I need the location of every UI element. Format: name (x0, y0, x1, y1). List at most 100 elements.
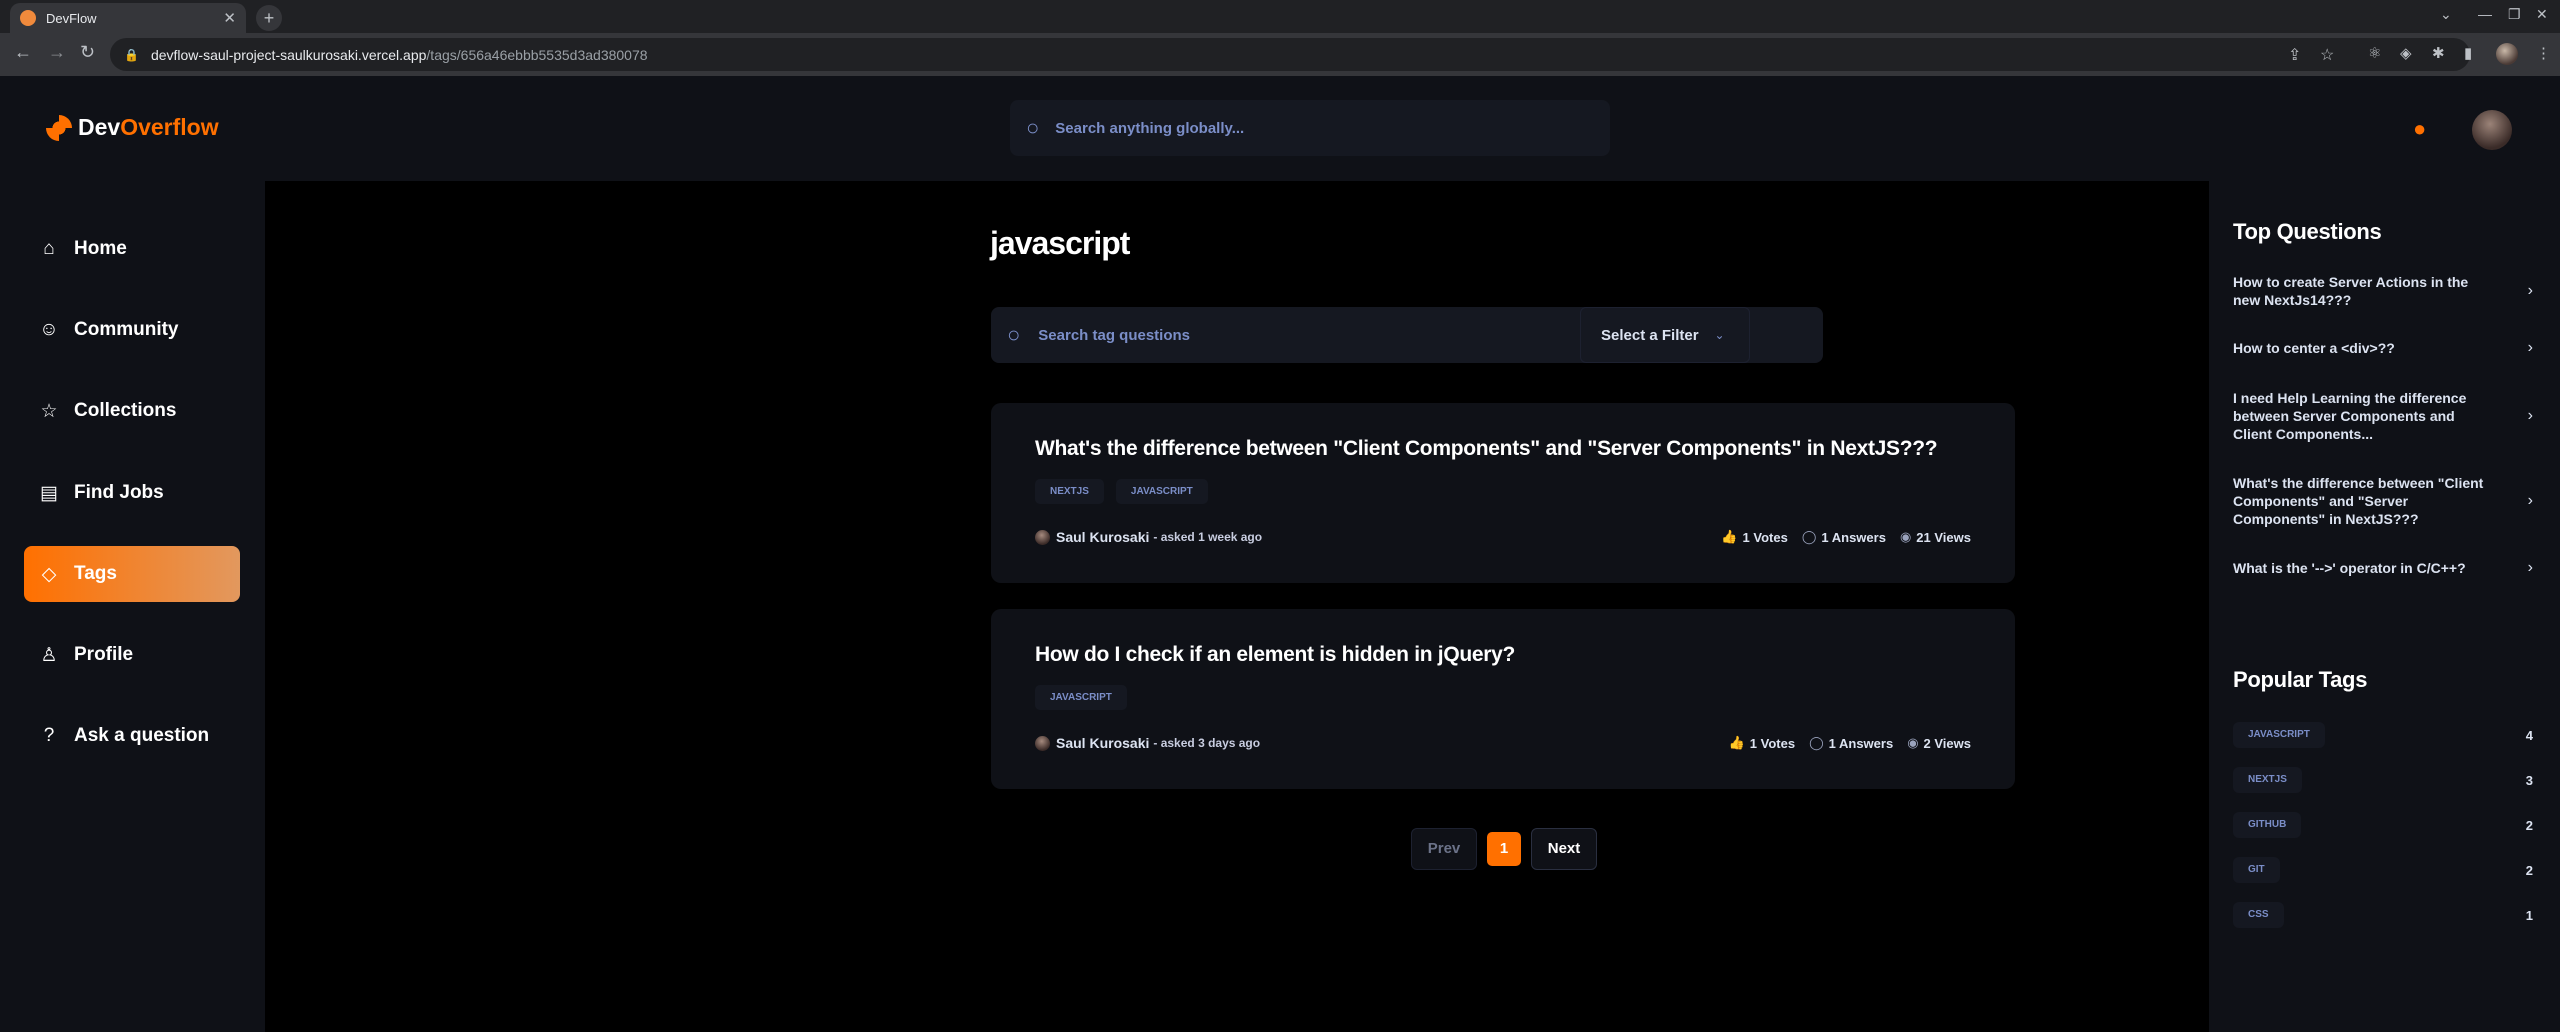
star-icon: ☆ (40, 400, 58, 422)
message-icon: ◯ (1801, 529, 1817, 544)
sidebar-item-find-jobs[interactable]: ▤ Find Jobs (24, 465, 240, 521)
question-tags: NEXTJS JAVASCRIPT (1035, 479, 1208, 504)
votes-count: 1 Votes (1749, 735, 1796, 751)
logo[interactable]: Dev Overflow (46, 114, 219, 141)
popular-tag-count: 3 (2525, 772, 2533, 788)
popular-tag-item[interactable]: GIT 2 (2233, 857, 2533, 883)
question-author[interactable]: Saul Kurosaki - asked 1 week ago (1035, 529, 1262, 545)
question-tags: JAVASCRIPT (1035, 685, 1127, 710)
popular-tag-count: 1 (2525, 907, 2533, 923)
extension-react-icon[interactable]: ⚛ (2368, 44, 2381, 62)
sidebar-item-tags[interactable]: ◇ Tags (24, 546, 240, 602)
popular-tag-name: GITHUB (2233, 812, 2302, 838)
popular-tag-count: 2 (2525, 817, 2533, 833)
top-question-text: How to center a <div>?? (2233, 340, 2395, 356)
share-icon[interactable]: ⇪ (2288, 45, 2301, 65)
filter-select[interactable]: Select a Filter ⌄ (1580, 307, 1750, 363)
browser-toolbar: ← → ↻ 🔒 devflow-saul-project-saulkurosak… (0, 33, 2560, 76)
popular-tags-heading: Popular Tags (2233, 667, 2368, 692)
url-host: devflow-saul-project-saulkurosaki.vercel… (150, 46, 427, 63)
question-tag[interactable]: JAVASCRIPT (1035, 685, 1127, 710)
chevron-right-icon: › (2527, 559, 2533, 576)
question-card[interactable]: What's the difference between "Client Co… (991, 403, 2015, 583)
pagination: Prev 1 Next (1411, 828, 1597, 870)
eye-icon: ◉ (1899, 529, 1912, 544)
back-icon[interactable]: ← (14, 42, 32, 63)
question-tag[interactable]: NEXTJS (1035, 479, 1104, 504)
top-question-item[interactable]: How to center a <div>?? › (2233, 339, 2533, 357)
new-tab-icon[interactable]: + (256, 5, 282, 31)
home-icon: ⌂ (43, 238, 55, 259)
popular-tag-name: NEXTJS (2233, 767, 2302, 793)
tag-icon: ◇ (41, 563, 57, 585)
browser-menu-icon[interactable]: ⋮ (2536, 44, 2551, 62)
popular-tag-count: 2 (2525, 862, 2533, 878)
sidebar-item-ask-question[interactable]: ? Ask a question (24, 708, 240, 764)
lock-icon: 🔒 (124, 47, 139, 62)
extension-fox-icon[interactable]: ◈ (2400, 44, 2412, 62)
top-questions-heading: Top Questions (2233, 219, 2382, 244)
browser-tab[interactable]: DevFlow ✕ (10, 3, 246, 33)
top-question-text: I need Help Learning the difference betw… (2233, 390, 2467, 442)
message-icon: ◯ (1809, 735, 1824, 750)
sidebar-item-home[interactable]: ⌂ Home (24, 221, 240, 277)
filter-label: Select a Filter (1601, 326, 1699, 344)
main-content: javascript ○ Search tag questions Select… (265, 181, 2209, 1032)
sidebar-item-community[interactable]: ☺ Community (24, 302, 240, 358)
side-panel-icon[interactable]: ▮ (2464, 44, 2472, 62)
logo-text-dev: Dev (78, 114, 121, 140)
user-avatar[interactable] (2472, 110, 2512, 150)
address-bar[interactable]: 🔒 devflow-saul-project-saulkurosaki.verc… (110, 38, 2470, 71)
minimize-icon[interactable]: — (2478, 6, 2492, 22)
popular-tag-name: JAVASCRIPT (2233, 722, 2325, 748)
chevron-right-icon: › (2527, 282, 2533, 299)
question-card[interactable]: How do I check if an element is hidden i… (991, 609, 2015, 789)
bookmark-star-icon[interactable]: ☆ (2320, 45, 2334, 65)
browser-profile-avatar[interactable] (2496, 43, 2518, 65)
question-title[interactable]: What's the difference between "Client Co… (1035, 437, 1938, 461)
tab-search-icon[interactable]: ⌄ (2440, 6, 2452, 23)
question-icon: ? (43, 725, 55, 746)
forward-icon[interactable]: → (48, 42, 66, 63)
user-icon: ♙ (40, 644, 58, 666)
browser-tabstrip: DevFlow ✕ + ⌄ — ❐ ✕ (0, 0, 2560, 33)
views-count: 21 Views (1916, 529, 1971, 545)
question-tag[interactable]: JAVASCRIPT (1115, 479, 1208, 504)
popular-tag-item[interactable]: GITHUB 2 (2233, 812, 2533, 838)
top-question-item[interactable]: What is the '-->' operator in C/C++? › (2233, 559, 2533, 577)
sidebar-item-label: Home (74, 238, 127, 259)
popular-tag-item[interactable]: CSS 1 (2233, 902, 2533, 928)
briefcase-icon: ▤ (40, 482, 58, 504)
sidebar-item-label: Tags (74, 563, 117, 584)
current-page-number: 1 (1487, 832, 1521, 866)
sidebar-item-profile[interactable]: ♙ Profile (24, 627, 240, 683)
author-avatar (1035, 529, 1050, 545)
window-close-icon[interactable]: ✕ (2536, 6, 2548, 23)
close-icon[interactable]: ✕ (223, 9, 236, 27)
views-count: 2 Views (1923, 735, 1971, 751)
top-question-item[interactable]: How to create Server Actions in the new … (2233, 273, 2533, 309)
top-question-item[interactable]: I need Help Learning the difference betw… (2233, 389, 2533, 443)
extensions-puzzle-icon[interactable]: ✱ (2432, 44, 2445, 62)
answers-count: 1 Answers (1828, 735, 1894, 751)
top-question-item[interactable]: What's the difference between "Client Co… (2233, 474, 2533, 528)
search-icon: ○ (1007, 322, 1021, 347)
right-sidebar: Top Questions How to create Server Actio… (2209, 181, 2560, 1032)
sidebar-item-collections[interactable]: ☆ Collections (24, 383, 240, 439)
chevron-down-icon: ⌄ (1714, 328, 1725, 342)
prev-page-button[interactable]: Prev (1411, 828, 1477, 870)
top-question-text: How to create Server Actions in the new … (2233, 274, 2469, 308)
reload-icon[interactable]: ↻ (80, 42, 95, 63)
question-stats: 👍 1 Votes ◯ 1 Answers ◉ 21 Views (1721, 529, 1971, 545)
popular-tag-item[interactable]: NEXTJS 3 (2233, 767, 2533, 793)
restore-icon[interactable]: ❐ (2508, 6, 2521, 23)
top-question-text: What's the difference between "Client Co… (2233, 475, 2484, 527)
next-page-button[interactable]: Next (1531, 828, 1597, 870)
theme-moon-icon[interactable]: ● (2413, 116, 2426, 142)
global-search-input[interactable]: ○ Search anything globally... (1010, 100, 1610, 156)
question-stats: 👍 1 Votes ◯ 1 Answers ◉ 2 Views (1729, 735, 1971, 751)
question-title[interactable]: How do I check if an element is hidden i… (1035, 643, 1515, 667)
question-author[interactable]: Saul Kurosaki - asked 3 days ago (1035, 735, 1260, 751)
popular-tag-item[interactable]: JAVASCRIPT 4 (2233, 722, 2533, 748)
tag-search-placeholder: Search tag questions (1038, 326, 1191, 344)
